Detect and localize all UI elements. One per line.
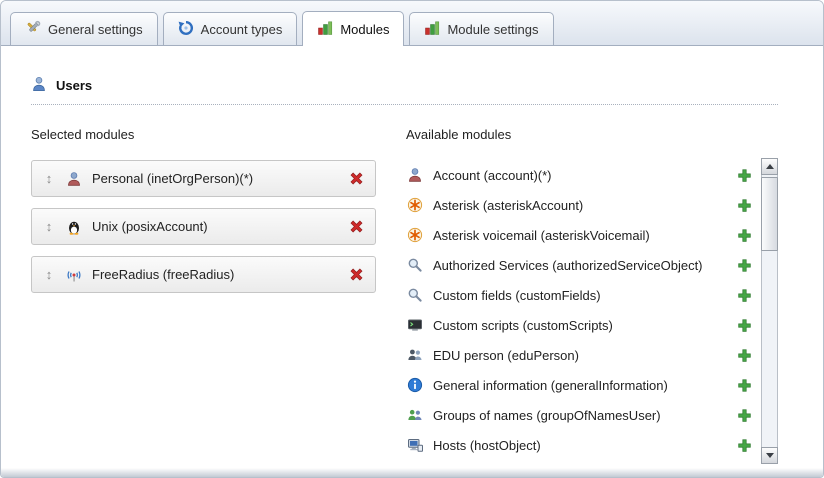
- tab-label: General settings: [48, 22, 143, 37]
- tools-icon: [25, 20, 41, 39]
- module-settings-icon: [424, 20, 440, 39]
- add-icon[interactable]: [737, 228, 752, 243]
- available-module-row: Custom scripts (customScripts): [406, 310, 752, 340]
- module-label: General information (generalInformation): [433, 378, 727, 393]
- available-module-row: Custom fields (customFields): [406, 280, 752, 310]
- available-module-row: Authorized Services (authorizedServiceOb…: [406, 250, 752, 280]
- selected-module-row-unix[interactable]: ↕ Unix (posixAccount): [31, 208, 376, 245]
- delete-icon[interactable]: [348, 266, 365, 283]
- module-label: EDU person (eduPerson): [433, 348, 727, 363]
- module-label: Groups of names (groupOfNamesUser): [433, 408, 727, 423]
- radius-antenna-icon: [66, 267, 82, 283]
- module-label: Unix (posixAccount): [92, 219, 208, 234]
- delete-icon[interactable]: [348, 170, 365, 187]
- available-module-row: Account (account)(*): [406, 160, 752, 190]
- tab-general-settings[interactable]: General settings: [10, 12, 158, 45]
- person-icon: [66, 171, 82, 187]
- module-label: Custom scripts (customScripts): [433, 318, 727, 333]
- info-icon: [406, 377, 423, 393]
- available-modules-list: Account (account)(*) Asterisk (asteriskA…: [406, 160, 752, 460]
- users-section-header: Users: [31, 76, 778, 105]
- asterisk-icon: [406, 227, 423, 243]
- available-modules-panel: Available modules Account (account)(*): [406, 127, 778, 460]
- tab-label: Modules: [340, 22, 389, 37]
- available-module-row: Hosts (hostObject): [406, 430, 752, 460]
- lam-config-page: General settings Account types Modules M…: [0, 0, 824, 478]
- drag-handle-icon[interactable]: ↕: [40, 267, 58, 282]
- drag-handle-icon[interactable]: ↕: [40, 171, 58, 186]
- delete-icon[interactable]: [348, 218, 365, 235]
- available-module-row: Groups of names (groupOfNamesUser): [406, 400, 752, 430]
- terminal-icon: [406, 317, 423, 333]
- module-label: Asterisk voicemail (asteriskVoicemail): [433, 228, 727, 243]
- people-icon: [406, 347, 423, 363]
- penguin-icon: [66, 219, 82, 235]
- module-label: Personal (inetOrgPerson)(*): [92, 171, 253, 186]
- add-icon[interactable]: [737, 288, 752, 303]
- module-label: FreeRadius (freeRadius): [92, 267, 234, 282]
- scrollbar-thumb[interactable]: [761, 177, 778, 251]
- available-module-row: Asterisk (asteriskAccount): [406, 190, 752, 220]
- group-icon: [406, 407, 423, 423]
- module-label: Authorized Services (authorizedServiceOb…: [433, 258, 727, 273]
- triangle-up-icon: [766, 164, 774, 169]
- add-icon[interactable]: [737, 408, 752, 423]
- module-label: Asterisk (asteriskAccount): [433, 198, 727, 213]
- modules-tab-content: Users Selected modules ↕ Personal (inetO…: [1, 46, 823, 478]
- add-icon[interactable]: [737, 198, 752, 213]
- tab-module-settings[interactable]: Module settings: [409, 12, 553, 45]
- selected-module-row-freeradius[interactable]: ↕ FreeRadius (freeRadius): [31, 256, 376, 293]
- available-module-row: EDU person (eduPerson): [406, 340, 752, 370]
- add-icon[interactable]: [737, 168, 752, 183]
- tab-label: Module settings: [447, 22, 538, 37]
- computer-icon: [406, 437, 423, 453]
- magnifier-icon: [406, 287, 423, 303]
- section-title: Users: [56, 78, 92, 93]
- add-icon[interactable]: [737, 378, 752, 393]
- triangle-down-icon: [766, 453, 774, 458]
- asterisk-icon: [406, 197, 423, 213]
- tab-strip: General settings Account types Modules M…: [1, 1, 823, 46]
- selected-module-row-personal[interactable]: ↕ Personal (inetOrgPerson)(*): [31, 160, 376, 197]
- selected-modules-heading: Selected modules: [31, 127, 376, 142]
- add-icon[interactable]: [737, 258, 752, 273]
- scroll-down-button[interactable]: [761, 447, 778, 464]
- account-types-icon: [178, 20, 194, 39]
- available-module-row: Asterisk voicemail (asteriskVoicemail): [406, 220, 752, 250]
- person-icon: [406, 167, 423, 183]
- tab-account-types[interactable]: Account types: [163, 12, 298, 45]
- user-icon: [31, 76, 47, 95]
- magnifier-icon: [406, 257, 423, 273]
- module-label: Custom fields (customFields): [433, 288, 727, 303]
- vertical-scrollbar: [761, 158, 778, 464]
- add-icon[interactable]: [737, 438, 752, 453]
- available-modules-heading: Available modules: [406, 127, 778, 142]
- available-module-row: General information (generalInformation): [406, 370, 752, 400]
- tab-label: Account types: [201, 22, 283, 37]
- scrollbar-track[interactable]: [761, 175, 778, 447]
- add-icon[interactable]: [737, 348, 752, 363]
- modules-icon: [317, 20, 333, 39]
- module-label: Hosts (hostObject): [433, 438, 727, 453]
- selected-modules-panel: Selected modules ↕ Personal (inetOrgPers…: [31, 127, 376, 460]
- scroll-up-button[interactable]: [761, 158, 778, 175]
- drag-handle-icon[interactable]: ↕: [40, 219, 58, 234]
- module-label: Account (account)(*): [433, 168, 727, 183]
- tab-modules[interactable]: Modules: [302, 11, 404, 46]
- add-icon[interactable]: [737, 318, 752, 333]
